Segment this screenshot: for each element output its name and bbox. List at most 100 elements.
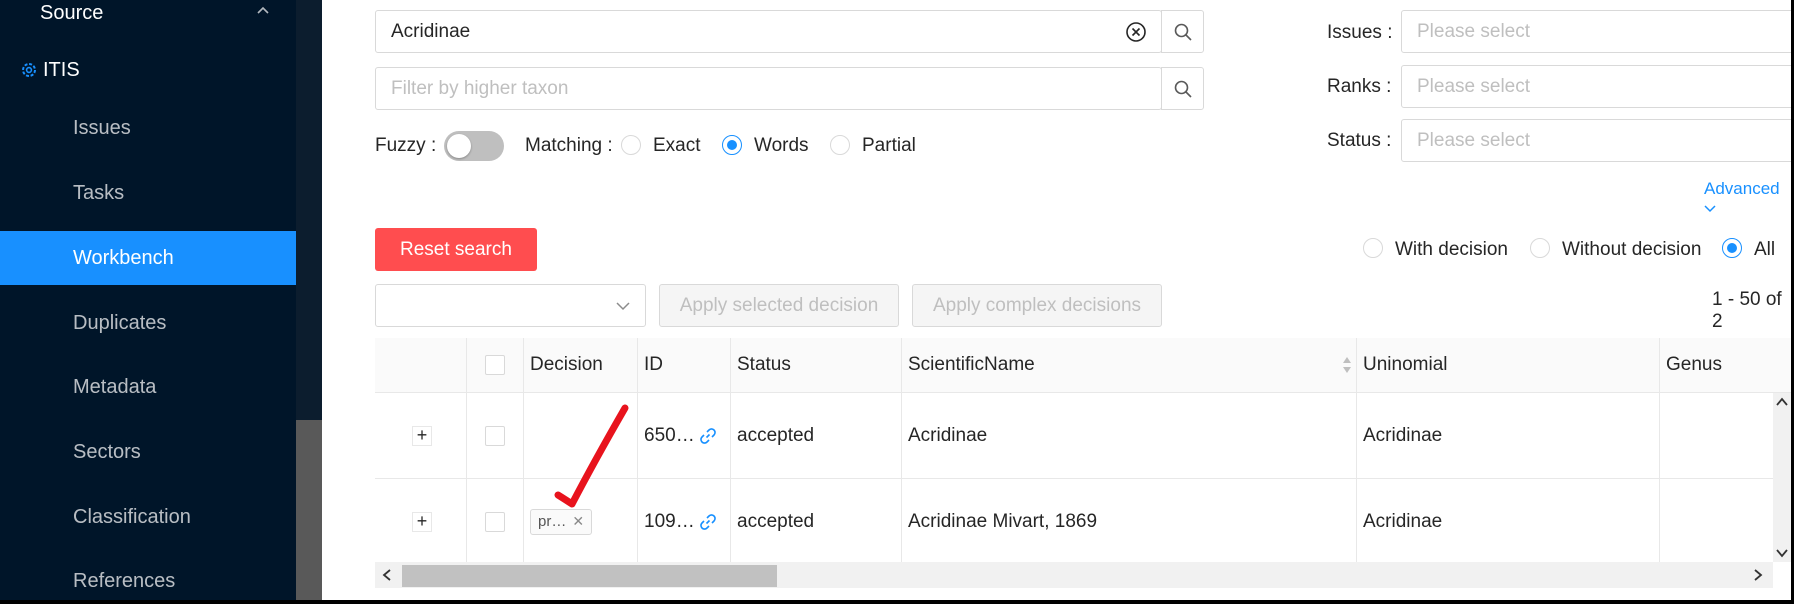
expand-row-button[interactable]: +	[412, 511, 432, 532]
without-decision-label[interactable]: Without decision	[1562, 239, 1701, 261]
sidebar-item-label: Duplicates	[73, 311, 167, 334]
header-expand-cell	[375, 338, 467, 392]
with-decision-radio[interactable]	[1363, 238, 1383, 258]
decision-tag-label: pr…	[538, 513, 567, 530]
sidebar-scrollbar-thumb[interactable]	[296, 420, 322, 600]
uninomial-cell: Acridinae	[1357, 479, 1660, 562]
row-checkbox[interactable]	[485, 425, 505, 446]
scroll-down-icon[interactable]	[1776, 548, 1788, 558]
fuzzy-toggle[interactable]	[444, 131, 504, 161]
link-icon[interactable]	[699, 427, 717, 445]
id-cell: 650…	[638, 393, 731, 478]
status-select-placeholder: Please select	[1417, 129, 1531, 151]
with-decision-label[interactable]: With decision	[1395, 239, 1508, 261]
expand-cell: +	[375, 393, 467, 478]
chevron-up-icon	[257, 6, 269, 14]
select-all-checkbox[interactable]	[485, 355, 505, 375]
status-cell: accepted	[731, 393, 902, 478]
select-cell	[467, 479, 524, 562]
scroll-left-icon[interactable]	[382, 569, 392, 581]
ranks-filter-label: Ranks :	[1327, 76, 1392, 97]
decision-tag[interactable]: pr… ✕	[530, 508, 593, 535]
status-select[interactable]: Please select	[1401, 119, 1794, 162]
scientific-name-cell: Acridinae Mivart, 1869	[902, 479, 1357, 562]
matching-words-radio[interactable]	[722, 135, 742, 155]
scroll-up-icon[interactable]	[1776, 397, 1788, 407]
chevron-down-icon	[1704, 205, 1716, 213]
search-icon	[1174, 23, 1192, 41]
sort-icon[interactable]	[1342, 356, 1352, 374]
column-header-status[interactable]: Status	[731, 338, 902, 392]
matching-exact-label[interactable]: Exact	[653, 135, 701, 157]
table-header: Decision ID Status ScientificName Uninom…	[375, 338, 1791, 393]
sidebar: Source ITIS Issues Tasks Workbench Dupli…	[0, 0, 296, 600]
sidebar-item-label: Tasks	[73, 181, 125, 204]
matching-exact-radio[interactable]	[621, 135, 641, 155]
sidebar-item-sectors[interactable]: Sectors	[0, 425, 296, 479]
sidebar-item-metadata[interactable]: Metadata	[0, 360, 296, 414]
sidebar-item-label: Sectors	[73, 440, 141, 463]
scroll-right-icon[interactable]	[1753, 569, 1763, 581]
pagination-info: 1 - 50 of 2	[1712, 289, 1782, 332]
sidebar-item-classification[interactable]: Classification	[0, 490, 296, 544]
search-input[interactable]: Acridinae	[375, 10, 1162, 53]
issues-select[interactable]: Please select	[1401, 10, 1794, 53]
column-header-id[interactable]: ID	[638, 338, 731, 392]
sidebar-item-references[interactable]: References	[0, 554, 296, 604]
search-input-value: Acridinae	[391, 20, 471, 42]
apply-selected-decision-button[interactable]: Apply selected decision	[659, 284, 899, 327]
issues-filter-label: Issues :	[1327, 22, 1393, 43]
column-header-scientific-name[interactable]: ScientificName	[902, 338, 1357, 392]
status-cell: accepted	[731, 479, 902, 562]
sidebar-item-label: Classification	[73, 505, 191, 528]
horizontal-scrollbar-thumb[interactable]	[402, 565, 777, 587]
id-value: 650…	[644, 424, 695, 446]
status-filter-label: Status :	[1327, 130, 1392, 151]
all-decision-radio[interactable]	[1722, 238, 1742, 258]
sidebar-item-itis[interactable]: ITIS	[0, 43, 296, 97]
matching-partial-label[interactable]: Partial	[862, 135, 916, 157]
table-horizontal-scrollbar[interactable]	[375, 562, 1773, 588]
header-select-cell	[467, 338, 524, 392]
uninomial-cell: Acridinae	[1357, 393, 1660, 478]
matching-label: Matching :	[525, 135, 613, 156]
matching-partial-radio[interactable]	[830, 135, 850, 155]
sidebar-item-label: References	[73, 569, 176, 592]
without-decision-radio[interactable]	[1530, 238, 1550, 258]
advanced-link[interactable]: Advanced	[1704, 179, 1794, 219]
higher-taxon-input[interactable]: Filter by higher taxon	[375, 67, 1162, 110]
higher-taxon-placeholder: Filter by higher taxon	[391, 77, 569, 99]
sidebar-item-tasks[interactable]: Tasks	[0, 166, 296, 220]
row-checkbox[interactable]	[485, 511, 505, 532]
sidebar-item-issues[interactable]: Issues	[0, 101, 296, 155]
ranks-select-placeholder: Please select	[1417, 75, 1531, 97]
sidebar-item-label: Metadata	[73, 375, 157, 398]
select-cell	[467, 393, 524, 478]
link-icon[interactable]	[699, 513, 717, 531]
search-icon	[1174, 80, 1192, 98]
sidebar-item-source[interactable]: Source	[0, 0, 296, 40]
column-header-scientific-name-label: ScientificName	[908, 354, 1035, 375]
higher-taxon-search-button[interactable]	[1161, 67, 1204, 110]
apply-complex-decisions-button[interactable]: Apply complex decisions	[912, 284, 1162, 327]
matching-words-label[interactable]: Words	[754, 135, 809, 157]
sidebar-item-duplicates[interactable]: Duplicates	[0, 296, 296, 350]
ranks-select[interactable]: Please select	[1401, 65, 1794, 108]
clear-icon[interactable]	[1125, 21, 1147, 43]
issues-select-placeholder: Please select	[1417, 20, 1531, 42]
column-header-genus[interactable]: Genus	[1660, 338, 1791, 392]
genus-cell	[1660, 393, 1791, 478]
decision-select[interactable]	[375, 284, 646, 327]
table-vertical-scrollbar[interactable]	[1773, 393, 1791, 562]
column-header-uninomial[interactable]: Uninomial	[1357, 338, 1660, 392]
chevron-down-icon	[616, 302, 630, 311]
sidebar-item-workbench[interactable]: Workbench	[0, 231, 296, 285]
column-header-decision[interactable]: Decision	[524, 338, 638, 392]
search-button[interactable]	[1161, 10, 1204, 53]
sidebar-source-label: Source	[40, 1, 104, 24]
all-decision-label[interactable]: All	[1754, 239, 1775, 261]
genus-cell	[1660, 479, 1791, 562]
reset-search-button[interactable]: Reset search	[375, 228, 537, 271]
close-icon[interactable]: ✕	[572, 513, 584, 530]
expand-row-button[interactable]: +	[412, 425, 432, 446]
